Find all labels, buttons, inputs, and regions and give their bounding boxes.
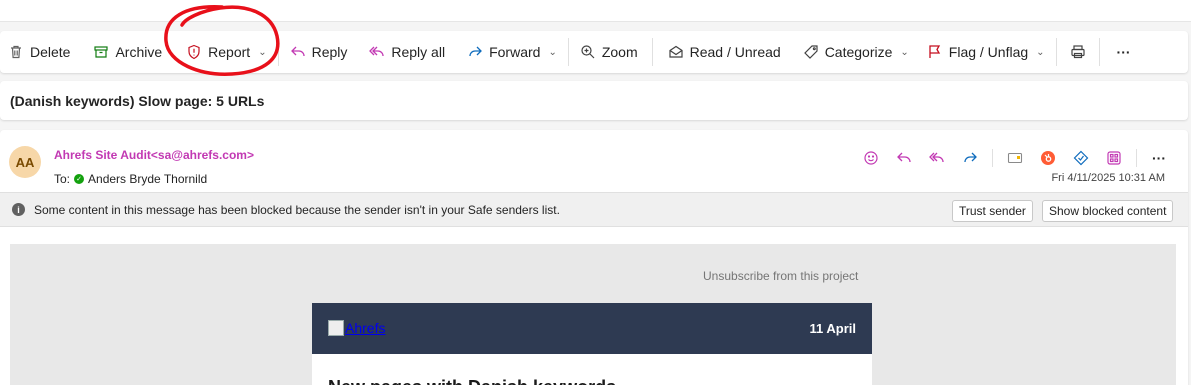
- apps-grid-icon: [1107, 151, 1121, 165]
- info-icon: i: [12, 203, 25, 216]
- reply-button-small[interactable]: [893, 148, 915, 168]
- toolbar-divider: [567, 38, 569, 66]
- actions-divider: [1136, 149, 1137, 167]
- zoom-label: Zoom: [601, 44, 638, 60]
- forward-arrow-icon: [964, 152, 977, 163]
- react-button[interactable]: [860, 148, 882, 168]
- categorize-chevron-down-icon[interactable]: ⌄: [900, 47, 908, 58]
- ahrefs-logo-link[interactable]: Ahrefs: [328, 320, 385, 336]
- email-body: Unsubscribe from this project Ahrefs 11 …: [10, 244, 1176, 385]
- apps-addin-button[interactable]: [1103, 148, 1125, 168]
- reply-all-button-small[interactable]: [926, 148, 948, 168]
- sender-name[interactable]: Ahrefs Site Audit<sa@ahrefs.com>: [54, 148, 254, 162]
- delete-label: Delete: [30, 44, 71, 60]
- delete-button[interactable]: Delete: [0, 36, 78, 68]
- show-blocked-content-button[interactable]: Show blocked content: [1042, 200, 1174, 222]
- hubspot-addin-button[interactable]: [1037, 148, 1059, 168]
- forward-button[interactable]: Forward ⌄: [459, 36, 565, 68]
- flag-unflag-button[interactable]: Flag / Unflag ⌄: [919, 36, 1053, 68]
- actions-divider: [992, 149, 993, 167]
- red-annotation-circle: [164, 5, 280, 76]
- reply-button[interactable]: Reply: [282, 36, 356, 68]
- reply-all-arrow-icon: [929, 152, 944, 163]
- blocked-notice-text: Some content in this message has been bl…: [34, 202, 560, 217]
- forward-label: Forward: [489, 44, 541, 60]
- avatar[interactable]: AA: [9, 146, 41, 178]
- logo-alt-text: Ahrefs: [345, 320, 386, 336]
- flag-unflag-label: Flag / Unflag: [948, 44, 1029, 60]
- diamond-addin-icon: [1073, 150, 1089, 166]
- message-subject: (Danish keywords) Slow page: 5 URLs: [10, 92, 265, 109]
- more-options-button[interactable]: ···: [1103, 36, 1145, 68]
- reply-all-button[interactable]: Reply all: [361, 36, 453, 68]
- email-content-card: New pages with Danish keywords: [312, 354, 872, 385]
- reply-all-label: Reply all: [391, 44, 446, 60]
- smiley-icon: [864, 151, 878, 165]
- reply-all-arrow-icon: [369, 46, 385, 57]
- archive-label: Archive: [115, 44, 163, 60]
- archive-button[interactable]: Archive: [85, 36, 170, 68]
- card-addin-icon: [1007, 152, 1023, 164]
- printer-icon: [1070, 45, 1085, 59]
- forward-button-small[interactable]: [959, 148, 981, 168]
- message-actions: ···: [860, 148, 1170, 168]
- reply-arrow-icon: [290, 46, 305, 57]
- tag-icon: [803, 45, 818, 59]
- archive-box-icon: [94, 46, 109, 58]
- to-label: To:: [54, 172, 71, 186]
- blocked-content-notice: i Some content in this message has been …: [0, 192, 1188, 227]
- recipient-name[interactable]: Anders Bryde Thornild: [88, 172, 207, 186]
- addin-card-button[interactable]: [1004, 148, 1026, 168]
- envelope-open-icon: [669, 45, 683, 58]
- read-unread-button[interactable]: Read / Unread: [660, 36, 789, 68]
- subject-bar: (Danish keywords) Slow page: 5 URLs: [0, 81, 1188, 120]
- reply-arrow-icon: [897, 152, 911, 163]
- categorize-button[interactable]: Categorize ⌄: [795, 36, 917, 68]
- flag-chevron-down-icon[interactable]: ⌄: [1036, 47, 1044, 58]
- trash-icon: [11, 45, 21, 59]
- hubspot-icon: [1041, 151, 1055, 165]
- presence-available-icon: ✓: [74, 174, 85, 184]
- read-unread-label: Read / Unread: [689, 44, 781, 60]
- trust-sender-button[interactable]: Trust sender: [952, 200, 1033, 222]
- zoom-button[interactable]: Zoom: [572, 36, 646, 68]
- toolbar-divider: [651, 38, 653, 66]
- categorize-label: Categorize: [824, 44, 893, 60]
- forward-chevron-down-icon[interactable]: ⌄: [548, 47, 556, 58]
- print-button[interactable]: [1060, 36, 1096, 68]
- forward-arrow-icon: [469, 46, 482, 57]
- email-date: 11 April: [809, 321, 856, 336]
- recipient-line: To: ✓ Anders Bryde Thornild: [54, 172, 207, 186]
- message-more-button[interactable]: ···: [1148, 148, 1170, 168]
- email-heading: New pages with Danish keywords: [328, 377, 616, 385]
- email-header-banner: Ahrefs 11 April: [312, 303, 872, 354]
- reply-label: Reply: [311, 44, 348, 60]
- toolbar-divider: [1055, 38, 1057, 66]
- received-date: Fri 4/11/2025 10:31 AM: [1051, 172, 1165, 184]
- unsubscribe-link[interactable]: Unsubscribe from this project: [703, 269, 858, 283]
- message-pane: AA Ahrefs Site Audit<sa@ahrefs.com> To: …: [0, 130, 1188, 385]
- broken-image-icon: [328, 320, 344, 336]
- zoom-in-icon: [581, 45, 595, 59]
- toolbar-divider: [1098, 38, 1100, 66]
- flag-icon: [929, 45, 940, 58]
- diamond-addin-button[interactable]: [1070, 148, 1092, 168]
